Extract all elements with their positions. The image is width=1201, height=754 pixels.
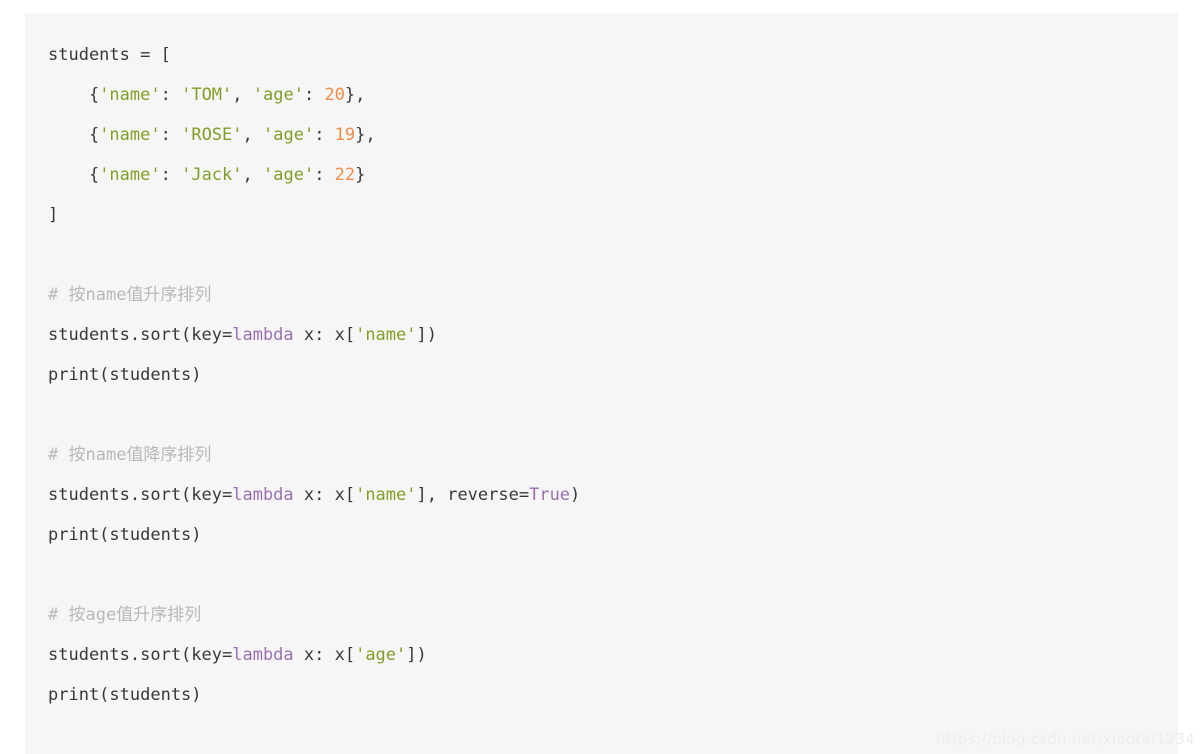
code-token-str: 'TOM' <box>181 85 233 105</box>
code-token-plain: { <box>48 165 100 185</box>
code-token-plain: ) <box>570 485 581 505</box>
code-token-plain: { <box>48 125 100 145</box>
code-token-plain: x: x[ <box>293 485 356 505</box>
code-token-kw: lambda <box>232 645 294 665</box>
code-token-comment: 按 <box>68 605 86 625</box>
code-line: # 按age值升序排列 <box>25 595 1178 635</box>
watermark: https://blog.csdn.net/xiaotai1234 <box>935 730 1195 748</box>
code-token-plain: : <box>160 125 182 145</box>
code-token-plain: , <box>232 85 253 105</box>
code-line: print(students) <box>25 355 1178 395</box>
code-token-str: 'age' <box>263 125 315 145</box>
code-token-comment: 按 <box>68 285 86 305</box>
code-token-str: 'age' <box>252 85 304 105</box>
code-token-plain: : <box>160 85 182 105</box>
code-token-plain: x: x[ <box>293 325 356 345</box>
code-token-plain: students.sort(key= <box>48 645 233 665</box>
code-token-plain: students.sort(key= <box>48 325 233 345</box>
code-line: {'name': 'Jack', 'age': 22} <box>25 155 1178 195</box>
code-token-plain: } <box>355 165 366 185</box>
code-token-plain: ]) <box>406 645 427 665</box>
code-token-str: 'name' <box>99 165 161 185</box>
code-line: students.sort(key=lambda x: x['name'], r… <box>25 475 1178 515</box>
code-token-comment: # <box>48 445 69 465</box>
code-token-plain: students = [ <box>48 45 171 65</box>
code-token-comment: 值升序排列 <box>126 285 212 305</box>
code-token-comment: name <box>85 285 127 305</box>
code-token-plain: students.sort(key= <box>48 485 233 505</box>
code-token-comment: 按 <box>68 445 86 465</box>
code-token-num: 19 <box>334 125 356 145</box>
code-line: students.sort(key=lambda x: x['age']) <box>25 635 1178 675</box>
code-token-comment: # <box>48 605 69 625</box>
code-token-plain: }, <box>355 125 376 145</box>
code-token-plain: : <box>314 165 335 185</box>
code-token-str: 'name' <box>99 85 161 105</box>
code-token-plain: , <box>242 125 263 145</box>
code-line: # 按name值升序排列 <box>25 275 1178 315</box>
code-token-plain: ]) <box>416 325 437 345</box>
code-token-str: 'Jack' <box>181 165 243 185</box>
code-line: {'name': 'ROSE', 'age': 19}, <box>25 115 1178 155</box>
code-token-plain: : <box>314 125 335 145</box>
code-token-kw: lambda <box>232 485 294 505</box>
code-token-comment: 值降序排列 <box>126 445 212 465</box>
code-token-plain: ], reverse= <box>416 485 530 505</box>
code-token-plain: print(students) <box>48 365 202 385</box>
code-token-plain: : <box>160 165 182 185</box>
code-line: print(students) <box>25 515 1178 555</box>
code-token-str: 'name' <box>355 325 417 345</box>
code-token-str: 'age' <box>263 165 315 185</box>
code-line: ] <box>25 195 1178 235</box>
code-token-plain: , <box>242 165 263 185</box>
code-token-comment: # <box>48 285 69 305</box>
code-token-kw: True <box>529 485 571 505</box>
code-token-num: 20 <box>324 85 345 105</box>
code-line: students.sort(key=lambda x: x['name']) <box>25 315 1178 355</box>
code-token-plain: }, <box>344 85 366 105</box>
code-token-comment: 值升序排列 <box>116 605 202 625</box>
code-token-str: 'name' <box>99 125 161 145</box>
code-token-comment: name <box>85 445 127 465</box>
code-token-plain: ] <box>48 205 59 225</box>
code-token-plain: : <box>303 85 325 105</box>
code-line: {'name': 'TOM', 'age': 20}, <box>25 75 1178 115</box>
code-line: # 按name值降序排列 <box>25 435 1178 475</box>
code-token-comment: age <box>85 605 117 625</box>
code-token-plain: print(students) <box>48 525 202 545</box>
code-token-str: 'age' <box>355 645 407 665</box>
code-token-plain: print(students) <box>48 685 202 705</box>
code-block[interactable]: students = [ {'name': 'TOM', 'age': 20},… <box>25 13 1178 754</box>
code-token-plain: x: x[ <box>293 645 356 665</box>
code-token-str: 'name' <box>355 485 417 505</box>
code-token-kw: lambda <box>232 325 294 345</box>
code-token-num: 22 <box>334 165 356 185</box>
code-line: students = [ <box>25 35 1178 75</box>
code-lines-container: students = [ {'name': 'TOM', 'age': 20},… <box>25 35 1178 715</box>
code-token-str: 'ROSE' <box>181 125 243 145</box>
code-token-plain: { <box>48 85 100 105</box>
code-line: print(students) <box>25 675 1178 715</box>
